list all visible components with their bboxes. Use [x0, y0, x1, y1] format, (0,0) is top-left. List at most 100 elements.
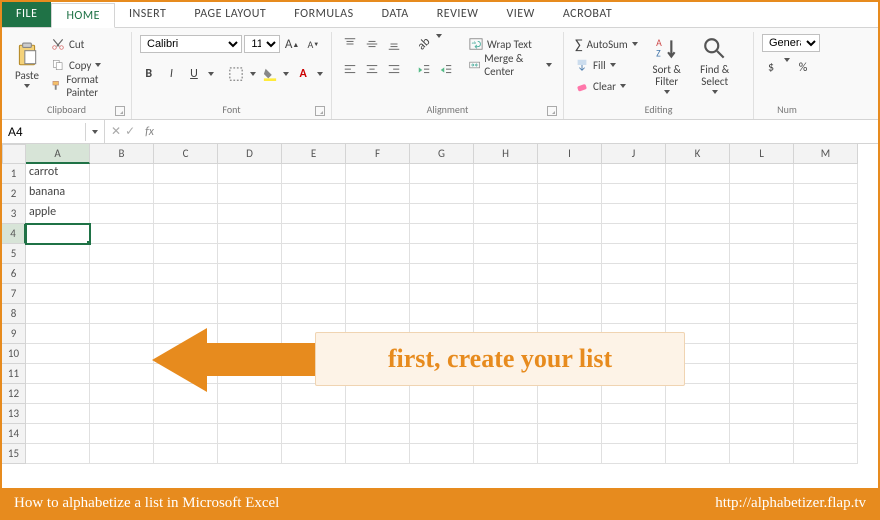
cell-A7[interactable] [26, 284, 90, 304]
tab-file[interactable]: FILE [2, 2, 51, 27]
cell-C11[interactable] [154, 364, 218, 384]
cell-B9[interactable] [90, 324, 154, 344]
cell-E3[interactable] [282, 204, 346, 224]
cell-F9[interactable] [346, 324, 410, 344]
row-header-5[interactable]: 5 [2, 244, 26, 264]
align-top-button[interactable] [340, 34, 360, 54]
cell-G3[interactable] [410, 204, 474, 224]
cell-H10[interactable] [474, 344, 538, 364]
cell-G4[interactable] [410, 224, 474, 244]
cell-K5[interactable] [666, 244, 730, 264]
cell-C7[interactable] [154, 284, 218, 304]
cell-A6[interactable] [26, 264, 90, 284]
row-header-13[interactable]: 13 [2, 404, 26, 424]
cell-I1[interactable] [538, 164, 602, 184]
chevron-down-icon[interactable] [250, 72, 256, 76]
tab-data[interactable]: DATA [368, 2, 423, 27]
cell-M10[interactable] [794, 344, 858, 364]
chevron-down-icon[interactable] [784, 58, 790, 62]
cell-J11[interactable] [602, 364, 666, 384]
wrap-text-button[interactable]: ab Wrap Text [466, 34, 555, 54]
cell-B1[interactable] [90, 164, 154, 184]
cell-M6[interactable] [794, 264, 858, 284]
chevron-down-icon[interactable] [317, 72, 323, 76]
cell-A9[interactable] [26, 324, 90, 344]
sort-filter-button[interactable]: AZ Sort & Filter [645, 34, 689, 96]
row-header-15[interactable]: 15 [2, 444, 26, 464]
tab-acrobat[interactable]: ACROBAT [549, 2, 626, 27]
cell-L15[interactable] [730, 444, 794, 464]
col-header-G[interactable]: G [410, 144, 474, 164]
align-middle-button[interactable] [362, 34, 382, 54]
cell-I14[interactable] [538, 424, 602, 444]
row-header-2[interactable]: 2 [2, 184, 26, 204]
row-header-1[interactable]: 1 [2, 164, 26, 184]
cancel-icon[interactable]: ✕ [111, 124, 121, 139]
row-header-4[interactable]: 4 [2, 224, 26, 244]
cell-M9[interactable] [794, 324, 858, 344]
cell-L5[interactable] [730, 244, 794, 264]
cell-C4[interactable] [154, 224, 218, 244]
cell-K13[interactable] [666, 404, 730, 424]
cell-F1[interactable] [346, 164, 410, 184]
percent-button[interactable]: % [794, 58, 812, 78]
cell-J10[interactable] [602, 344, 666, 364]
cell-E5[interactable] [282, 244, 346, 264]
cell-K2[interactable] [666, 184, 730, 204]
cell-K9[interactable] [666, 324, 730, 344]
cell-M1[interactable] [794, 164, 858, 184]
cell-H9[interactable] [474, 324, 538, 344]
tab-review[interactable]: REVIEW [423, 2, 493, 27]
cell-E15[interactable] [282, 444, 346, 464]
cell-I2[interactable] [538, 184, 602, 204]
cell-I9[interactable] [538, 324, 602, 344]
cell-A4[interactable] [26, 224, 90, 244]
cell-C14[interactable] [154, 424, 218, 444]
cell-J12[interactable] [602, 384, 666, 404]
number-format-select[interactable]: General [762, 34, 820, 52]
cell-I5[interactable] [538, 244, 602, 264]
col-header-E[interactable]: E [282, 144, 346, 164]
cell-H3[interactable] [474, 204, 538, 224]
tab-home[interactable]: HOME [51, 3, 115, 28]
cell-F4[interactable] [346, 224, 410, 244]
increase-indent-button[interactable] [436, 60, 456, 80]
cell-B12[interactable] [90, 384, 154, 404]
cell-C9[interactable] [154, 324, 218, 344]
cell-D7[interactable] [218, 284, 282, 304]
cell-F13[interactable] [346, 404, 410, 424]
row-header-8[interactable]: 8 [2, 304, 26, 324]
cell-H13[interactable] [474, 404, 538, 424]
cell-H4[interactable] [474, 224, 538, 244]
cell-C15[interactable] [154, 444, 218, 464]
cell-K12[interactable] [666, 384, 730, 404]
shrink-font-button[interactable]: A▼ [304, 34, 323, 54]
cell-D5[interactable] [218, 244, 282, 264]
cell-E1[interactable] [282, 164, 346, 184]
cell-M13[interactable] [794, 404, 858, 424]
orientation-button[interactable]: ab [414, 34, 434, 54]
col-header-C[interactable]: C [154, 144, 218, 164]
dialog-launcher-icon[interactable] [547, 106, 557, 116]
cell-B3[interactable] [90, 204, 154, 224]
formula-bar[interactable] [158, 122, 878, 141]
row-header-10[interactable]: 10 [2, 344, 26, 364]
cell-L10[interactable] [730, 344, 794, 364]
cell-K4[interactable] [666, 224, 730, 244]
align-center-button[interactable] [362, 60, 382, 80]
cell-I15[interactable] [538, 444, 602, 464]
cell-L11[interactable] [730, 364, 794, 384]
cell-E13[interactable] [282, 404, 346, 424]
cell-L4[interactable] [730, 224, 794, 244]
cell-C1[interactable] [154, 164, 218, 184]
cell-K3[interactable] [666, 204, 730, 224]
cell-J5[interactable] [602, 244, 666, 264]
cell-J15[interactable] [602, 444, 666, 464]
cut-button[interactable]: Cut [48, 34, 123, 54]
cell-F12[interactable] [346, 384, 410, 404]
cell-E11[interactable] [282, 364, 346, 384]
cell-L9[interactable] [730, 324, 794, 344]
italic-button[interactable]: I [163, 64, 181, 84]
copy-button[interactable]: Copy [48, 55, 123, 75]
cell-G7[interactable] [410, 284, 474, 304]
